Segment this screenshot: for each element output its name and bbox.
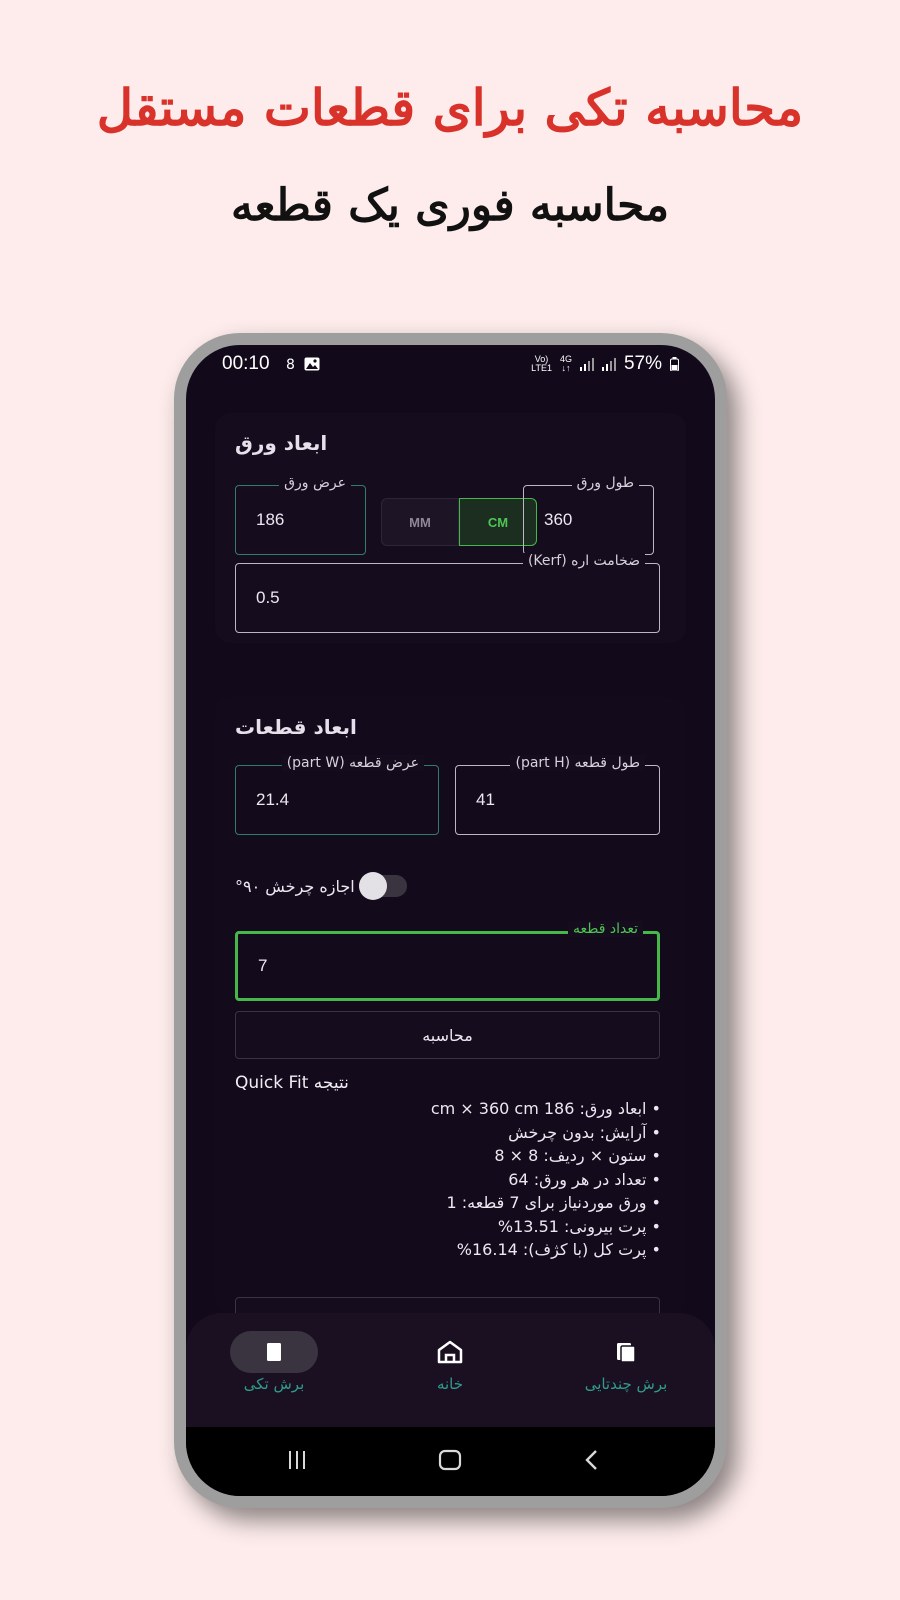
signal-icon bbox=[579, 358, 594, 371]
multi-sheet-icon bbox=[538, 1331, 714, 1373]
back-icon[interactable] bbox=[584, 1449, 600, 1477]
phone-frame: 00:10 8 Vo) LTE1 4G ↓↑ 57% ابعاد ورق عرض و… bbox=[174, 333, 727, 1508]
calculate-button[interactable]: محاسبه bbox=[235, 1011, 660, 1059]
sheet-width-label: عرض ورق bbox=[279, 475, 351, 491]
result-line: ابعاد ورق: 186 cm × 360 cm bbox=[231, 1097, 661, 1121]
home-icon bbox=[362, 1331, 538, 1373]
status-time: 00:10 bbox=[222, 353, 270, 374]
parts-section-title: ابعاد قطعات bbox=[235, 715, 357, 739]
result-line: ورق موردنیاز برای 7 قطعه: 1 bbox=[231, 1191, 661, 1215]
result-list: ابعاد ورق: 186 cm × 360 cm آرایش: بدون چ… bbox=[231, 1097, 661, 1262]
unit-mm-button[interactable]: MM bbox=[381, 498, 459, 546]
kerf-field[interactable]: ضخامت اره (Kerf) 0.5 bbox=[235, 553, 660, 633]
kerf-value: 0.5 bbox=[256, 588, 280, 607]
recents-icon[interactable] bbox=[286, 1449, 308, 1477]
result-title: نتیجه Quick Fit bbox=[235, 1073, 349, 1093]
kerf-label: ضخامت اره (Kerf) bbox=[522, 553, 645, 569]
nav-item-multi-cut[interactable]: برش چندتایی bbox=[538, 1313, 714, 1427]
gallery-icon bbox=[304, 357, 320, 375]
status-bar: 00:10 8 Vo) LTE1 4G ↓↑ 57% bbox=[186, 345, 715, 391]
part-width-label: عرض قطعه (part W) bbox=[281, 755, 424, 771]
nav-label-home: خانه bbox=[436, 1375, 464, 1393]
result-line: آرایش: بدون چرخش bbox=[231, 1121, 661, 1145]
volte-icon: Vo) LTE1 bbox=[531, 354, 552, 373]
sheet-length-label: طول ورق bbox=[571, 475, 639, 491]
result-line: ستون × ردیف: 8 × 8 bbox=[231, 1144, 661, 1168]
rotate-row: اجازه چرخش ۹۰° bbox=[235, 872, 407, 900]
part-count-label: تعداد قطعه bbox=[567, 921, 643, 937]
result-line: پرت بیرونی: 13.51% bbox=[231, 1215, 661, 1239]
nav-label-single-cut: برش تکی bbox=[243, 1375, 305, 1393]
part-length-label: طول قطعه (part H) bbox=[510, 755, 645, 771]
battery-icon bbox=[670, 357, 679, 371]
sheet-width-value: 186 bbox=[256, 510, 285, 529]
part-count-field[interactable]: تعداد قطعه 7 bbox=[235, 921, 660, 1001]
result-line: تعداد در هر ورق: 64 bbox=[231, 1168, 661, 1192]
battery-percent: 57% bbox=[623, 353, 662, 374]
sheet-card: ابعاد ورق عرض ورق 186 MM CM طول ورق 360 … bbox=[215, 413, 686, 643]
rotate-label: اجازه چرخش ۹۰° bbox=[235, 876, 355, 896]
home-nav-icon[interactable] bbox=[438, 1449, 462, 1477]
promo-subtitle: محاسبه فوری یک قطعه bbox=[230, 180, 670, 231]
network-4g-icon: 4G ↓↑ bbox=[559, 354, 572, 373]
part-count-value: 7 bbox=[258, 956, 268, 975]
notification-icon: 8 bbox=[286, 357, 295, 373]
nav-label-multi-cut: برش چندتایی bbox=[584, 1375, 668, 1393]
system-nav-bar bbox=[186, 1427, 715, 1496]
sheet-length-field[interactable]: طول ورق 360 bbox=[523, 475, 654, 555]
part-width-field[interactable]: عرض قطعه (part W) 21.4 bbox=[235, 755, 439, 835]
nav-item-home[interactable]: خانه bbox=[362, 1313, 538, 1427]
rotate-toggle[interactable] bbox=[358, 872, 407, 900]
sheet-section-title: ابعاد ورق bbox=[235, 431, 328, 455]
status-right: Vo) LTE1 4G ↓↑ 57% bbox=[531, 353, 679, 375]
bottom-nav: برش تکی خانه برش چندتایی bbox=[186, 1313, 715, 1427]
phone-screen: 00:10 8 Vo) LTE1 4G ↓↑ 57% ابعاد ورق عرض و… bbox=[186, 345, 715, 1496]
signal-icon-2 bbox=[601, 358, 616, 371]
result-line: پرت کل (با کژف): 16.14% bbox=[231, 1238, 661, 1262]
part-width-value: 21.4 bbox=[256, 790, 290, 809]
part-length-field[interactable]: طول قطعه (part H) 41 bbox=[455, 755, 660, 835]
single-sheet-icon bbox=[186, 1331, 362, 1373]
part-length-value: 41 bbox=[476, 790, 495, 809]
sheet-width-field[interactable]: عرض ورق 186 bbox=[235, 475, 366, 555]
promo-title: محاسبه تکی برای قطعات مستقل bbox=[96, 78, 804, 137]
toggle-knob bbox=[358, 872, 387, 900]
nav-item-single-cut[interactable]: برش تکی bbox=[186, 1313, 362, 1427]
sheet-length-value: 360 bbox=[544, 510, 573, 529]
